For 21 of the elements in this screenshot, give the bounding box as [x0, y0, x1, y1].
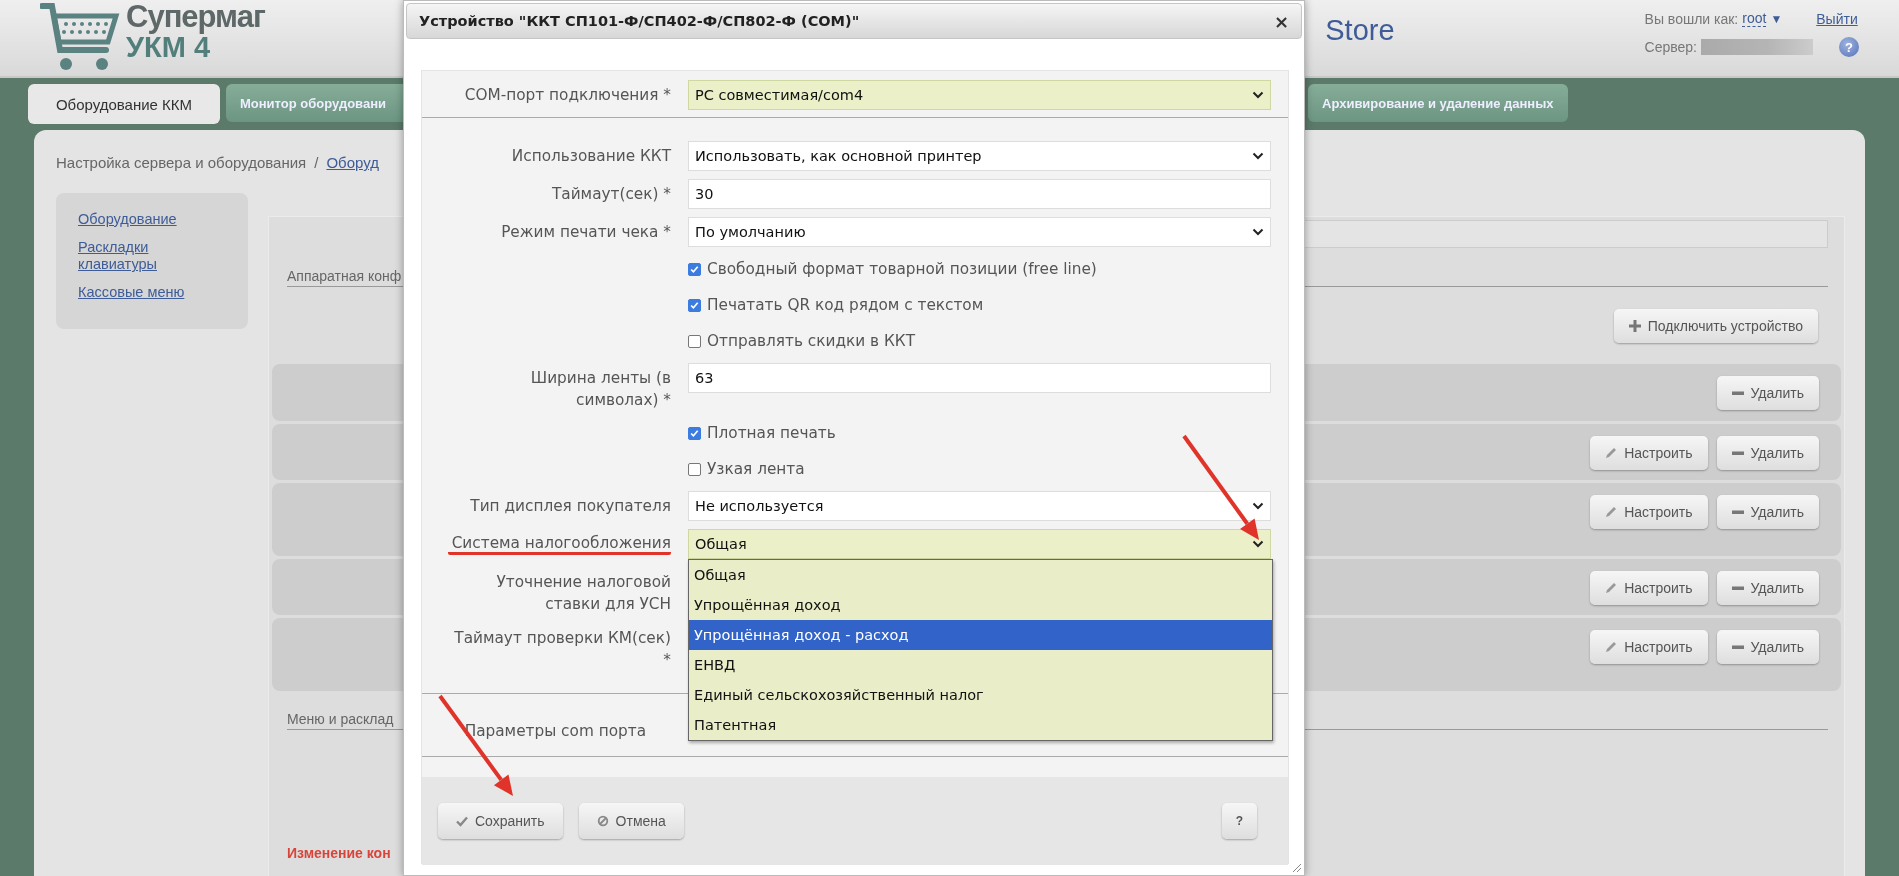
- field-label: Таймаут(сек) *: [550, 184, 671, 205]
- breadcrumb-item: Настройка сервера и оборудования: [56, 154, 307, 171]
- breadcrumb-separator: /: [314, 154, 319, 171]
- checkbox-label: Плотная печать: [707, 424, 836, 442]
- field-label: COM-порт подключения *: [463, 85, 671, 106]
- field-label: Уточнение налоговой ставки для УСН: [495, 572, 671, 615]
- app-title: Store: [1325, 14, 1395, 47]
- server-label: Сервер:: [1644, 39, 1697, 55]
- field-label: Тип дисплея покупателя: [469, 496, 671, 517]
- checkbox-label: Отправлять скидки в ККТ: [707, 332, 915, 350]
- field-label: Режим печати чека *: [500, 222, 671, 243]
- warning-text: Изменение кон: [287, 845, 391, 861]
- checkbox-label: Узкая лента: [707, 460, 805, 478]
- user-label: Вы вошли как:: [1644, 10, 1739, 27]
- checkbox-label: Печатать QR код рядом с текстом: [707, 296, 984, 314]
- field-label: Таймаут проверки КМ(сек) *: [453, 628, 671, 671]
- field-label: Ширина ленты (в символах) *: [529, 368, 671, 411]
- logo-text: Супермаг: [126, 2, 265, 32]
- dialog-title: Устройство "ККТ СП101-Ф/СП402-Ф/СП802-Ф (COM)": [419, 13, 860, 29]
- field-label: Использование ККТ: [510, 146, 671, 167]
- field-label: Система налогообложения: [447, 529, 671, 555]
